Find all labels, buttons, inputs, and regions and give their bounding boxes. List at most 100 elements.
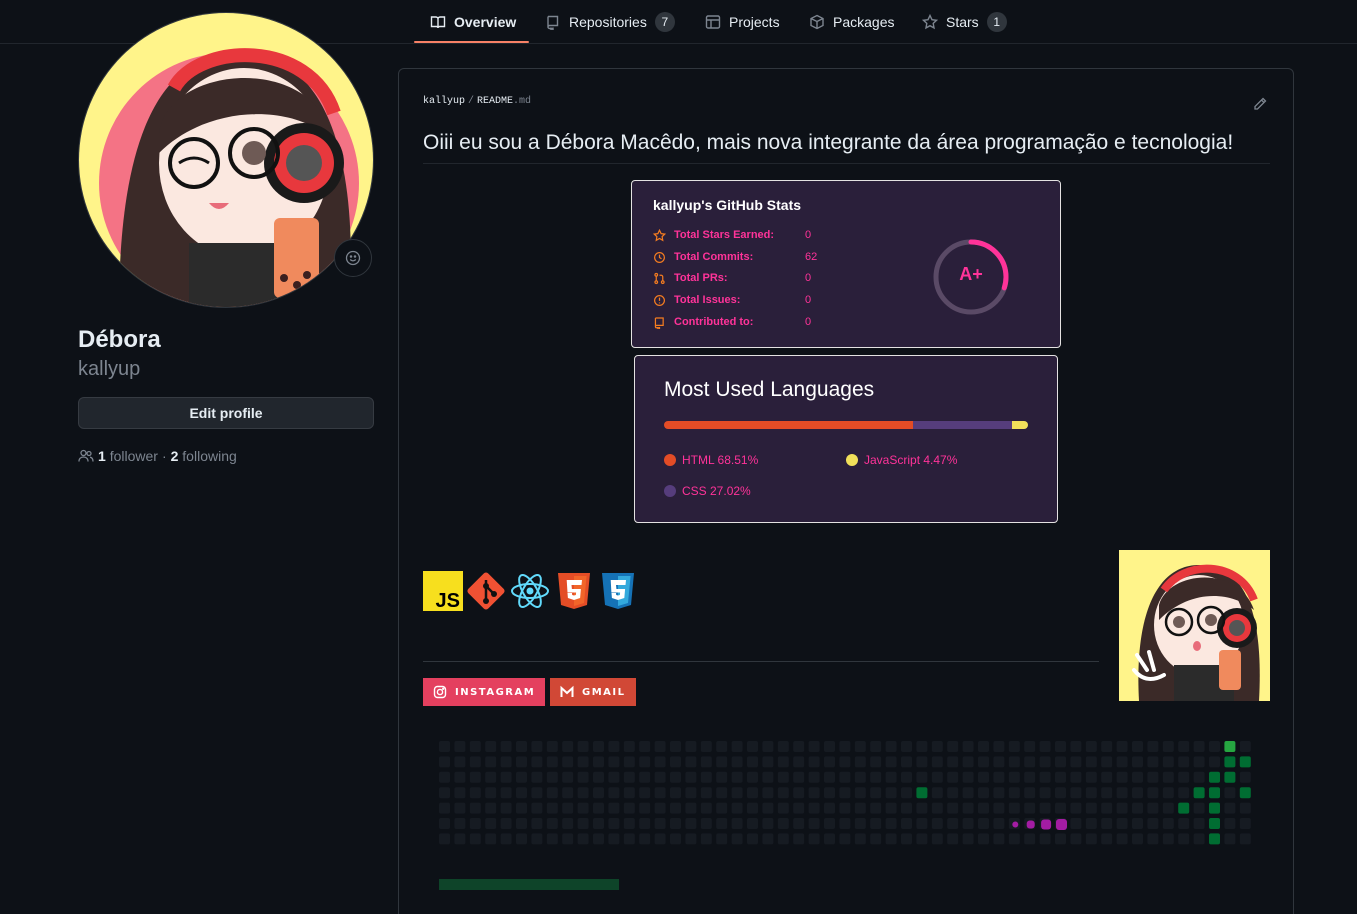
contribution-cell bbox=[1055, 771, 1066, 783]
contribution-cell bbox=[700, 756, 712, 768]
set-status-button[interactable] bbox=[334, 239, 372, 277]
contribution-cell bbox=[1101, 787, 1113, 799]
tab-packages[interactable]: Packages bbox=[809, 0, 894, 44]
contribution-cell bbox=[670, 741, 681, 752]
book-icon bbox=[430, 16, 446, 29]
contribution-cell bbox=[1116, 771, 1128, 783]
contribution-cell bbox=[577, 818, 589, 829]
contribution-cell bbox=[916, 771, 928, 783]
snake-segment bbox=[1041, 819, 1052, 830]
instagram-badge[interactable]: INSTAGRAM bbox=[423, 678, 546, 706]
following-link[interactable]: 2 following bbox=[171, 448, 237, 464]
css3-icon bbox=[602, 573, 634, 609]
contribution-cell bbox=[978, 833, 989, 845]
contribution-cell bbox=[916, 741, 928, 752]
pull-request-icon bbox=[654, 272, 665, 284]
stats-title: kallyup's GitHub Stats bbox=[653, 197, 802, 213]
tab-repositories[interactable]: Repositories 7 bbox=[545, 0, 675, 44]
contribution-cell bbox=[962, 802, 974, 814]
followers-link[interactable]: 1 follower bbox=[98, 448, 158, 464]
contribution-cell bbox=[516, 833, 527, 845]
contribution-cell bbox=[1239, 771, 1251, 783]
profile-avatar[interactable] bbox=[78, 12, 374, 308]
contribution-cell bbox=[931, 802, 943, 814]
gmail-badge[interactable]: GMAIL bbox=[550, 678, 636, 706]
tab-stars-label: Stars bbox=[946, 14, 979, 30]
contribution-cell bbox=[747, 741, 758, 752]
contribution-cell bbox=[685, 771, 697, 783]
contribution-cell bbox=[546, 787, 558, 799]
contribution-cell bbox=[623, 771, 635, 783]
contribution-cell bbox=[1178, 787, 1190, 799]
contribution-cell bbox=[1008, 833, 1020, 845]
stat-label: Total Commits: bbox=[674, 251, 754, 263]
stars-count: 1 bbox=[986, 12, 1007, 32]
contribution-cell bbox=[485, 802, 497, 814]
contribution-cell bbox=[469, 787, 481, 799]
contribution-cell bbox=[916, 802, 928, 814]
tab-overview[interactable]: Overview bbox=[430, 0, 516, 44]
badge-label: INSTAGRAM bbox=[455, 686, 536, 698]
contribution-cell bbox=[485, 787, 497, 799]
tab-projects[interactable]: Projects bbox=[705, 0, 780, 44]
contribution-cell bbox=[777, 833, 789, 845]
readme-filename[interactable]: README bbox=[477, 96, 513, 107]
contribution-cell bbox=[1239, 741, 1251, 752]
contribution-cell bbox=[1193, 802, 1205, 814]
contribution-cell bbox=[762, 756, 774, 768]
contribution-cell bbox=[931, 818, 943, 829]
contribution-cell bbox=[1178, 818, 1190, 829]
contribution-cell bbox=[824, 771, 835, 783]
contribution-cell bbox=[885, 741, 897, 752]
gmail-icon bbox=[560, 685, 574, 697]
contribution-cell bbox=[901, 833, 912, 845]
contribution-cell bbox=[439, 802, 450, 814]
contribution-cell bbox=[777, 818, 789, 829]
section-divider bbox=[423, 661, 1099, 662]
contribution-cell bbox=[516, 771, 527, 783]
contribution-cell bbox=[1008, 771, 1020, 783]
contribution-cell bbox=[1116, 741, 1128, 752]
contribution-cell bbox=[623, 802, 635, 814]
contribution-cell bbox=[1039, 802, 1051, 814]
contribution-cell bbox=[516, 802, 527, 814]
language-javascript: JavaScript 4.47% bbox=[846, 453, 957, 467]
contribution-cell bbox=[1224, 756, 1236, 768]
contribution-cell bbox=[1147, 833, 1159, 845]
contribution-cell bbox=[854, 741, 866, 752]
contribution-cell bbox=[1116, 787, 1128, 799]
contribution-cell bbox=[593, 756, 604, 768]
contribution-cell bbox=[793, 771, 805, 783]
following-count: 2 bbox=[170, 448, 179, 464]
contribution-cell bbox=[577, 802, 589, 814]
stat-row-contributed: Contributed to: 0 bbox=[653, 315, 811, 329]
language-dot bbox=[846, 454, 858, 466]
contribution-cell bbox=[931, 787, 943, 799]
contribution-cell bbox=[608, 833, 620, 845]
edit-profile-button[interactable]: Edit profile bbox=[78, 397, 374, 429]
contribution-cell bbox=[1162, 756, 1174, 768]
contribution-cell bbox=[654, 818, 666, 829]
profile-name: Débora bbox=[78, 326, 161, 353]
contribution-cell bbox=[562, 818, 574, 829]
contribution-cell bbox=[562, 756, 574, 768]
contribution-cell bbox=[469, 771, 481, 783]
contribution-cell bbox=[808, 818, 820, 829]
contribution-cell bbox=[531, 818, 543, 829]
readme-owner[interactable]: kallyup bbox=[423, 96, 465, 107]
stat-value: 0 bbox=[805, 316, 812, 328]
contribution-cell bbox=[1193, 756, 1205, 768]
contribution-cell bbox=[1178, 771, 1190, 783]
contribution-cell bbox=[1193, 741, 1205, 752]
snake-segment bbox=[1056, 819, 1067, 830]
tab-stars[interactable]: Stars 1 bbox=[922, 0, 1007, 44]
contribution-cell bbox=[839, 771, 851, 783]
contribution-cell bbox=[931, 741, 943, 752]
contribution-cell bbox=[716, 771, 728, 783]
svg-text:JS: JS bbox=[436, 590, 460, 611]
contribution-cell bbox=[1239, 833, 1251, 845]
follow-separator: · bbox=[161, 448, 167, 464]
contribution-cell bbox=[1055, 741, 1066, 752]
followers-count: 1 bbox=[98, 448, 106, 464]
pencil-icon[interactable] bbox=[1252, 96, 1268, 112]
